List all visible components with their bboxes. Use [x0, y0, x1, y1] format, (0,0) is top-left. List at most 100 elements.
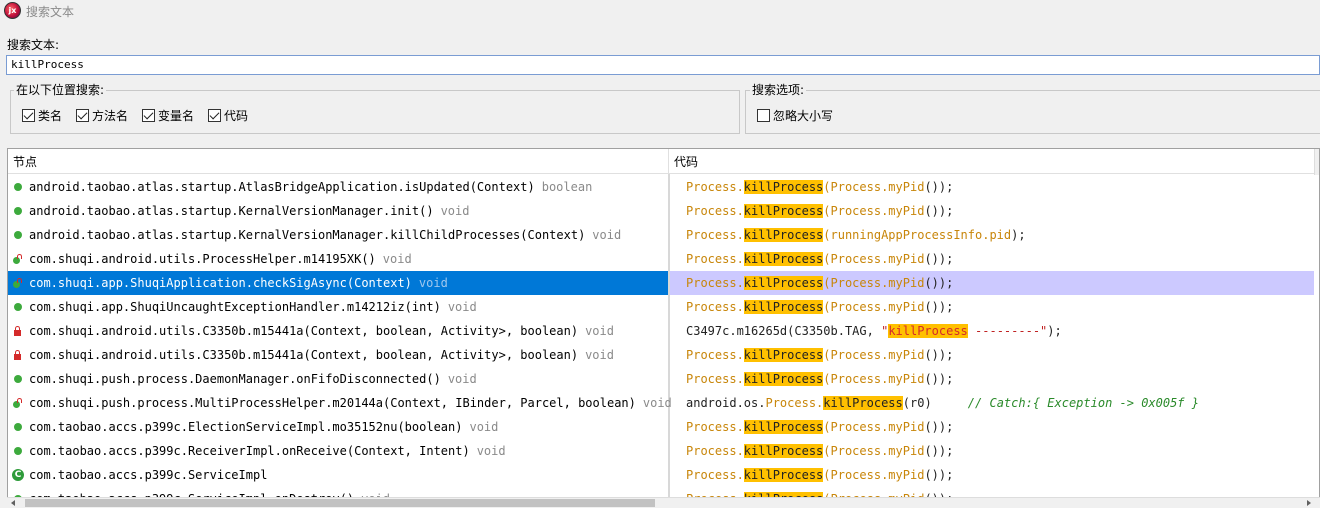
result-row[interactable]: com.shuqi.android.utils.C3350b.m15441a(C…: [8, 343, 668, 367]
code-line[interactable]: Process.killProcess(Process.myPid());: [670, 367, 1314, 391]
code-line[interactable]: Process. killProcess (runningAppProcessInf…: [670, 223, 1314, 247]
search-label: 搜索文本:: [7, 38, 60, 52]
result-row[interactable]: com.shuqi.app.ShuqiApplication.checkSigA…: [8, 271, 668, 295]
checkbox-box[interactable]: [757, 109, 770, 122]
private-method-icon: [13, 350, 23, 360]
code-token: (Process.myPid: [823, 420, 925, 434]
code-token: ());: [924, 348, 954, 362]
checkbox-box[interactable]: [142, 109, 155, 122]
code-line[interactable]: Process.killProcess(Process.myPid());: [670, 415, 1314, 439]
vertical-scrollbar[interactable]: [1314, 149, 1319, 175]
method-icon: [14, 423, 22, 431]
node-column-header[interactable]: 节点: [8, 149, 669, 174]
code-checkbox[interactable]: 代码: [208, 107, 248, 124]
code-line[interactable]: Process.killProcess(Process.myPid());: [670, 247, 1314, 271]
code-token: (r0): [902, 396, 968, 410]
checkbox-box[interactable]: [22, 109, 35, 122]
code-token: ());: [924, 300, 954, 314]
checkbox-label: 方法名: [92, 109, 129, 123]
code-token: ---------": [967, 324, 1048, 338]
jadx-logo-icon: jx: [4, 2, 21, 19]
code-token: // Catch:{ Exception -> 0x005f }: [967, 396, 1199, 410]
code-token: Process.: [686, 420, 744, 434]
search-location-title: 在以下位置搜索:: [14, 81, 107, 98]
result-row[interactable]: Ccom.taobao.accs.p399c.ServiceImpl: [8, 463, 668, 487]
title-bar: jx 搜索文本: [0, 0, 1320, 22]
match-highlight: killProcess: [823, 396, 903, 410]
code-token: (Process.myPid: [823, 348, 925, 362]
method-icon: [14, 447, 22, 455]
search-input[interactable]: killProcess: [6, 55, 1320, 75]
results-panel: 节点 代码 android.taobao.atlas.startup.Atlas…: [7, 148, 1320, 508]
class-icon: C: [12, 469, 24, 481]
match-highlight: killProcess: [743, 252, 824, 266]
result-node-name: com.shuqi.app.ShuqiApplication.checkSigA…: [29, 276, 412, 290]
result-row[interactable]: com.shuqi.app.ShuqiUncaughtExceptionHand…: [8, 295, 668, 319]
method-icon: [14, 303, 22, 311]
code-token: );: [1011, 228, 1026, 242]
static-method-icon: [13, 278, 23, 288]
scroll-left-icon[interactable]: [11, 500, 15, 506]
code-token: (Process.myPid: [823, 252, 925, 266]
match-highlight: killProcess: [743, 300, 824, 314]
variable-name-checkbox[interactable]: 变量名: [142, 107, 194, 124]
scrollbar-thumb[interactable]: [25, 499, 655, 507]
method-icon: [14, 375, 22, 383]
code-line[interactable]: Process.killProcess(Process.myPid());: [670, 271, 1314, 295]
result-node-name: android.taobao.atlas.startup.KernalVersi…: [29, 204, 434, 218]
match-highlight: killProcess: [888, 324, 968, 338]
code-line[interactable]: android.os. Process. killProcess (r0) // Ca…: [670, 391, 1314, 415]
code-token: Process.: [686, 372, 744, 386]
result-row[interactable]: com.shuqi.android.utils.ProcessHelper.m1…: [8, 247, 668, 271]
code-token: (runningAppProcessInfo.pid: [823, 228, 1012, 242]
result-return-type: void: [440, 204, 470, 218]
code-line[interactable]: Process.killProcess(Process.myPid());: [670, 463, 1314, 487]
code-line[interactable]: Process.killProcess(Process.myPid());: [670, 295, 1314, 319]
code-token: Process.: [686, 204, 744, 218]
result-node-name: com.shuqi.android.utils.C3350b.m15441a(C…: [29, 324, 579, 338]
checkbox-box[interactable]: [76, 109, 89, 122]
code-column-header[interactable]: 代码: [669, 149, 1315, 174]
method-name-checkbox[interactable]: 方法名: [76, 107, 128, 124]
checkbox-box[interactable]: [208, 109, 221, 122]
code-token: (Process.myPid: [823, 468, 925, 482]
result-row[interactable]: com.taobao.accs.p399c.ReceiverImpl.onRec…: [8, 439, 668, 463]
code-line[interactable]: Process.killProcess(Process.myPid());: [670, 199, 1314, 223]
code-line[interactable]: Process.killProcess(Process.myPid());: [670, 439, 1314, 463]
code-token: Process.: [686, 444, 744, 458]
class-name-checkbox[interactable]: 类名: [22, 107, 62, 124]
match-highlight: killProcess: [743, 276, 824, 290]
scroll-right-icon[interactable]: [1307, 500, 1311, 506]
result-row[interactable]: android.taobao.atlas.startup.AtlasBridge…: [8, 175, 668, 199]
private-method-icon: [13, 326, 23, 336]
code-token: ());: [924, 180, 954, 194]
code-line[interactable]: Process.killProcess(Process.myPid());: [670, 175, 1314, 199]
ignore-case-checkbox[interactable]: 忽略大小写: [757, 107, 833, 124]
match-highlight: killProcess: [743, 228, 824, 242]
code-token: Process.: [686, 180, 744, 194]
result-row[interactable]: com.taobao.accs.p399c.ElectionServiceImp…: [8, 415, 668, 439]
code-line[interactable]: C3497c.m16265d(C3350b.TAG, " killProcess …: [670, 319, 1314, 343]
code-token: (Process.myPid: [823, 204, 925, 218]
code-token: ());: [924, 252, 954, 266]
result-row[interactable]: com.shuqi.android.utils.C3350b.m15441a(C…: [8, 319, 668, 343]
result-node-name: com.taobao.accs.p399c.ServiceImpl: [29, 468, 268, 482]
code-token: );: [1047, 324, 1062, 338]
result-return-type: void: [418, 276, 448, 290]
code-token: C3497c.m16265d(C3350b.TAG,: [686, 324, 882, 338]
result-return-type: void: [469, 420, 499, 434]
code-line[interactable]: Process.killProcess(Process.myPid());: [670, 343, 1314, 367]
checkbox-label: 忽略大小写: [773, 109, 834, 123]
result-row[interactable]: com.shuqi.push.process.DaemonManager.onF…: [8, 367, 668, 391]
search-options-title: 搜索选项:: [750, 81, 807, 98]
match-highlight: killProcess: [743, 180, 824, 194]
result-return-type: void: [592, 228, 622, 242]
code-token: android.os.: [686, 396, 766, 410]
result-row[interactable]: android.taobao.atlas.startup.KernalVersi…: [8, 199, 668, 223]
result-row[interactable]: android.taobao.atlas.startup.KernalVersi…: [8, 223, 668, 247]
horizontal-scrollbar[interactable]: [7, 497, 1320, 508]
code-token: ());: [924, 468, 954, 482]
code-token: ());: [924, 444, 954, 458]
window-title: 搜索文本: [26, 5, 75, 19]
result-row[interactable]: com.shuqi.push.process.MultiProcessHelpe…: [8, 391, 672, 415]
